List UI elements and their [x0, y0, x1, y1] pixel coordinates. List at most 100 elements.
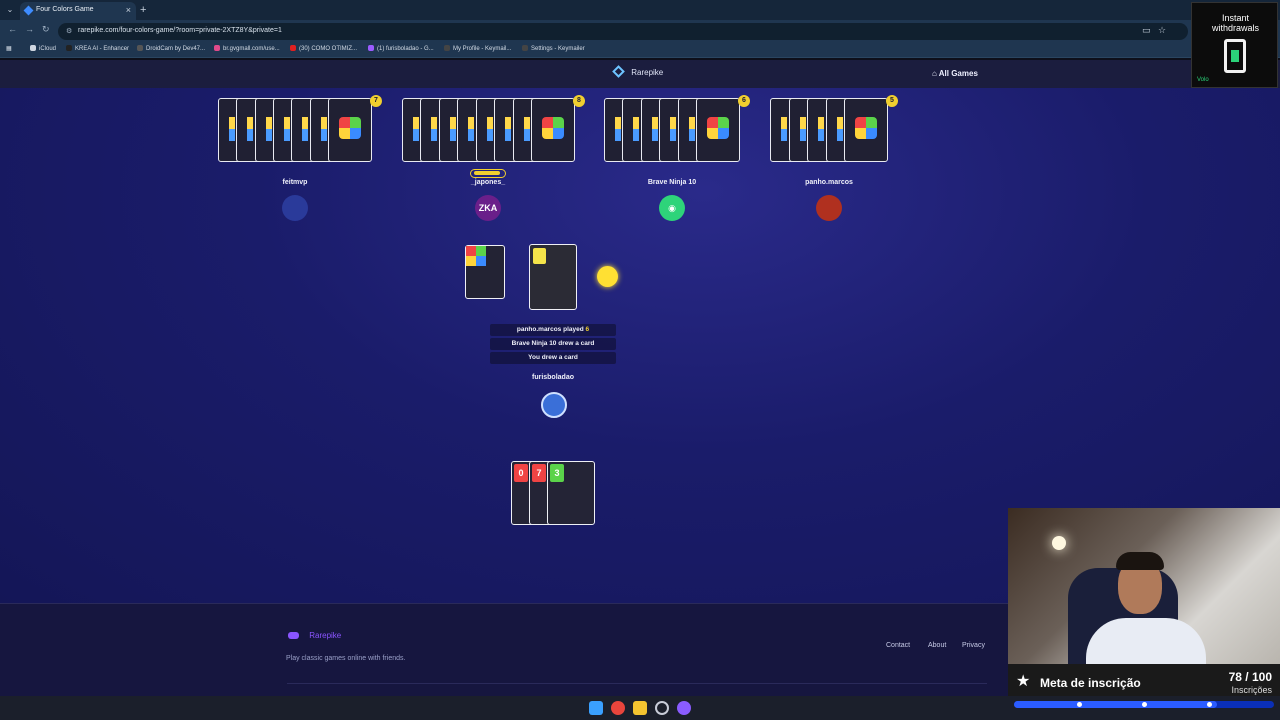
- footer-link-contact[interactable]: Contact: [886, 642, 910, 649]
- goal-milestone-marker: [1077, 702, 1082, 707]
- player-name: furisboladao: [531, 374, 574, 381]
- url-text: rarepike.com/four-colors-game/?room=priv…: [78, 27, 282, 34]
- bookmark-favicon-icon: [290, 45, 296, 51]
- footer-link-about[interactable]: About: [928, 642, 946, 649]
- promo-line-1: Instant: [1221, 13, 1250, 23]
- file-explorer-icon[interactable]: [633, 701, 647, 715]
- card-edge-stripe: [486, 117, 493, 141]
- bookmark-item[interactable]: Settings - Keymailer: [522, 45, 585, 52]
- opponent-name: panho.marcos: [805, 179, 853, 186]
- card-count-badge: 5: [886, 95, 898, 107]
- card-edge-stripe: [633, 117, 640, 141]
- card-edge-stripe: [505, 117, 512, 141]
- tab-search-icon[interactable]: ⌄: [4, 3, 16, 17]
- card-edge-stripe: [413, 117, 419, 141]
- card-edge-stripe: [284, 117, 290, 141]
- hand-card[interactable]: 3: [547, 461, 595, 525]
- card-edge-stripe: [651, 117, 658, 141]
- star-icon: ★: [1016, 673, 1031, 690]
- chrome-icon[interactable]: [611, 701, 625, 715]
- windows-start-icon[interactable]: [589, 701, 603, 715]
- bookmark-item[interactable]: br.gvgmall.com/use...: [214, 45, 280, 52]
- bookmark-item[interactable]: DroidCam by Dev47...: [137, 45, 205, 52]
- bookmark-item[interactable]: iCloud: [30, 45, 56, 52]
- bookmark-label: DroidCam by Dev47...: [146, 46, 206, 52]
- webcam-lamp: [1052, 536, 1066, 550]
- card-edge-stripe: [523, 117, 530, 141]
- bookmark-label: Settings - Keymailer: [531, 46, 585, 52]
- bookmark-favicon-icon: [214, 45, 220, 51]
- opponent-card: [696, 98, 740, 162]
- current-color-indicator: [597, 266, 618, 287]
- home-icon: ⌂: [932, 69, 939, 78]
- webcam-feed: [1008, 508, 1280, 664]
- all-games-link[interactable]: ⌂ All Games: [932, 69, 978, 78]
- obs-icon[interactable]: [655, 701, 669, 715]
- forward-icon[interactable]: →: [25, 24, 34, 34]
- bookmark-favicon-icon: [522, 45, 528, 51]
- install-app-icon[interactable]: ▭: [1142, 25, 1151, 36]
- log-entry: panho.marcos played 6: [490, 324, 616, 336]
- bookmark-label: KREA AI - Enhancer: [75, 46, 130, 52]
- card-edge-stripe: [320, 117, 327, 141]
- browser-tab-bar: [0, 0, 1280, 20]
- draw-pile[interactable]: [465, 245, 505, 299]
- bookmark-item[interactable]: KREA AI - Enhancer: [66, 45, 129, 52]
- card-edge-stripe: [468, 117, 475, 141]
- card-value: 3: [550, 464, 564, 482]
- opponent-card: [328, 98, 372, 162]
- footer-link-privacy[interactable]: Privacy: [962, 642, 985, 649]
- log-entry: Brave Ninja 10 drew a card: [490, 338, 616, 350]
- bookmark-item[interactable]: (30) COMO OTIMIZ...: [290, 45, 357, 52]
- site-brand-link[interactable]: Rarepike: [612, 65, 663, 78]
- site-info-icon[interactable]: ⚙: [66, 27, 72, 35]
- four-colors-logo-icon: [466, 246, 486, 266]
- card-edge-stripe: [229, 117, 235, 141]
- player-avatar: [541, 392, 567, 418]
- back-icon[interactable]: ←: [8, 24, 17, 34]
- goal-count: 78 / 100: [1228, 670, 1272, 684]
- promo-line-2: withdrawals: [1211, 23, 1260, 33]
- bookmark-label: My Profile - Keymail...: [453, 46, 512, 52]
- promo-overlay: Instant withdrawals Volo: [1191, 2, 1278, 88]
- bookmark-item[interactable]: My Profile - Keymail...: [444, 45, 511, 52]
- card-count-badge: 6: [738, 95, 750, 107]
- card-edge-stripe: [615, 117, 621, 141]
- reload-icon[interactable]: ↻: [42, 24, 50, 35]
- card-edge-stripe: [836, 117, 843, 141]
- new-tab-icon[interactable]: +: [140, 3, 146, 17]
- card-edge-stripe: [781, 117, 787, 141]
- discard-color-corner: [533, 248, 546, 264]
- footer-brand-link[interactable]: Rarepike: [288, 631, 341, 640]
- bookmark-label: br.gvgmall.com/use...: [223, 46, 280, 52]
- card-count-badge: 8: [573, 95, 585, 107]
- apps-grid-icon[interactable]: ▦: [6, 45, 12, 52]
- bookmark-star-icon[interactable]: ☆: [1158, 25, 1166, 36]
- card-edge-stripe: [302, 117, 309, 141]
- promo-tag: Volo: [1197, 77, 1209, 83]
- card-edge-stripe: [688, 117, 695, 141]
- card-edge-stripe: [247, 117, 254, 141]
- rarepike-logo-icon: [612, 65, 625, 78]
- four-colors-logo-icon: [855, 117, 877, 139]
- discord-icon[interactable]: [677, 701, 691, 715]
- webcam-streamer-hair: [1116, 552, 1164, 570]
- tab-close-icon[interactable]: ×: [126, 5, 131, 15]
- browser-tab[interactable]: Four Colors Game ×: [20, 2, 136, 20]
- bookmark-item[interactable]: (1) furisboladao - G...: [368, 45, 434, 52]
- bookmark-label: (30) COMO OTIMIZ...: [299, 46, 357, 52]
- bookmark-favicon-icon: [137, 45, 143, 51]
- goal-progress-bar: [1014, 701, 1274, 708]
- footer-tagline: Play classic games online with friends.: [286, 655, 406, 662]
- card-value: 0: [514, 464, 528, 482]
- tab-title: Four Colors Game: [36, 6, 94, 13]
- discard-pile: [529, 244, 577, 310]
- gamepad-icon: [288, 632, 299, 639]
- card-value: 7: [532, 464, 546, 482]
- bookmark-label: iCloud: [39, 46, 57, 52]
- bookmark-favicon-icon: [368, 45, 374, 51]
- address-bar[interactable]: ⚙ rarepike.com/four-colors-game/?room=pr…: [58, 23, 1188, 40]
- webcam-streamer-body: [1086, 618, 1206, 664]
- card-edge-stripe: [431, 117, 438, 141]
- opponent-avatar: [816, 195, 842, 221]
